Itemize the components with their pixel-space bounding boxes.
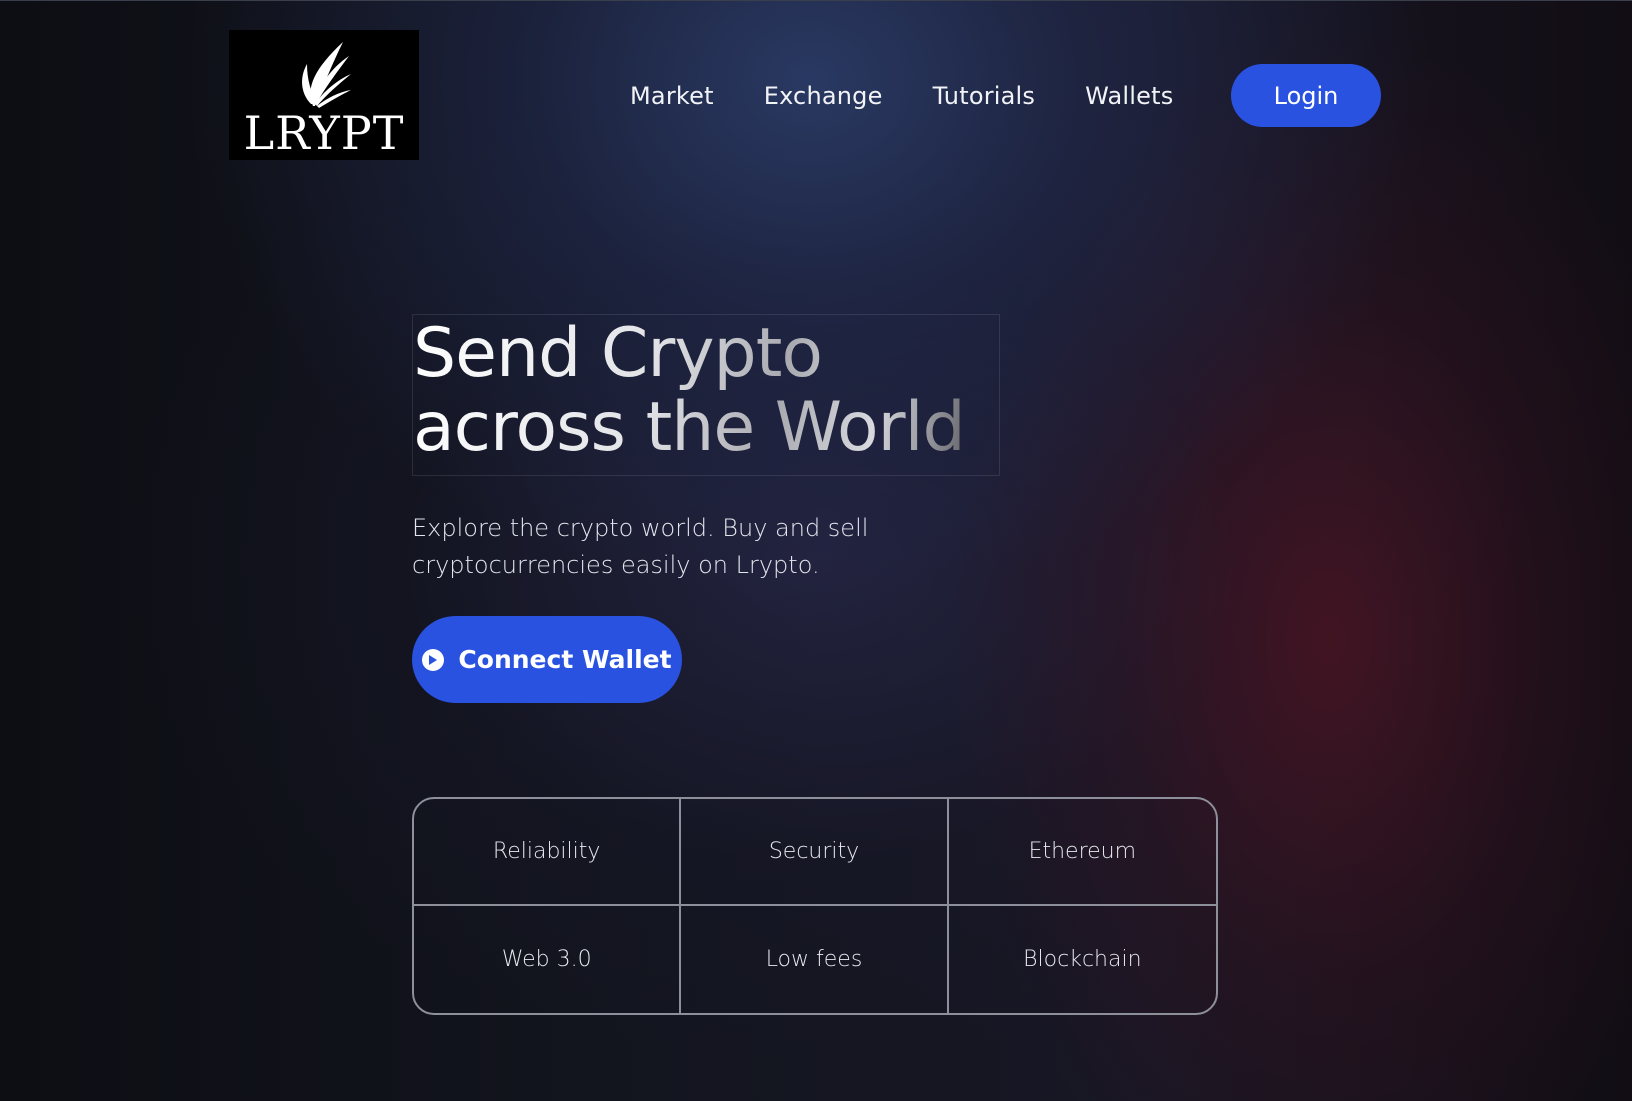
- connect-wallet-label: Connect Wallet: [458, 645, 672, 674]
- hero-title-line-2: across the World: [413, 388, 965, 467]
- hero-subtitle-line-1: Explore the crypto world. Buy and sell: [412, 514, 869, 542]
- features-grid: Reliability Security Ethereum Web 3.0 Lo…: [412, 797, 1218, 1015]
- top-border: [0, 0, 1632, 1]
- feature-low-fees: Low fees: [681, 906, 949, 1013]
- hero-subtitle-line-2: cryptocurrencies easily on Lrypto.: [412, 551, 820, 579]
- nav-exchange[interactable]: Exchange: [764, 82, 883, 110]
- hero-subtitle: Explore the crypto world. Buy and sell c…: [412, 510, 932, 584]
- hero-title: Send Crypto across the World: [412, 314, 1000, 476]
- logo[interactable]: LRYPT: [229, 30, 419, 160]
- feature-blockchain: Blockchain: [1023, 947, 1142, 972]
- feature-ethereum: Ethereum: [948, 799, 1216, 906]
- login-button[interactable]: Login: [1231, 64, 1381, 127]
- connect-wallet-button[interactable]: Connect Wallet: [412, 616, 682, 703]
- logo-text: LRYPT: [243, 106, 405, 160]
- nav-market[interactable]: Market: [630, 82, 714, 110]
- play-circle-icon: [422, 648, 445, 671]
- nav-wallets[interactable]: Wallets: [1085, 82, 1173, 110]
- feature-security: Security: [681, 799, 949, 906]
- hero-title-line-1: Send Crypto: [413, 314, 822, 393]
- leaf-logo-icon: [302, 42, 351, 108]
- top-nav: Market Exchange Tutorials Wallets: [630, 64, 1223, 128]
- feature-web3: Web 3.0: [414, 906, 682, 1013]
- feature-reliability: Reliability: [414, 799, 682, 906]
- nav-tutorials[interactable]: Tutorials: [933, 82, 1036, 110]
